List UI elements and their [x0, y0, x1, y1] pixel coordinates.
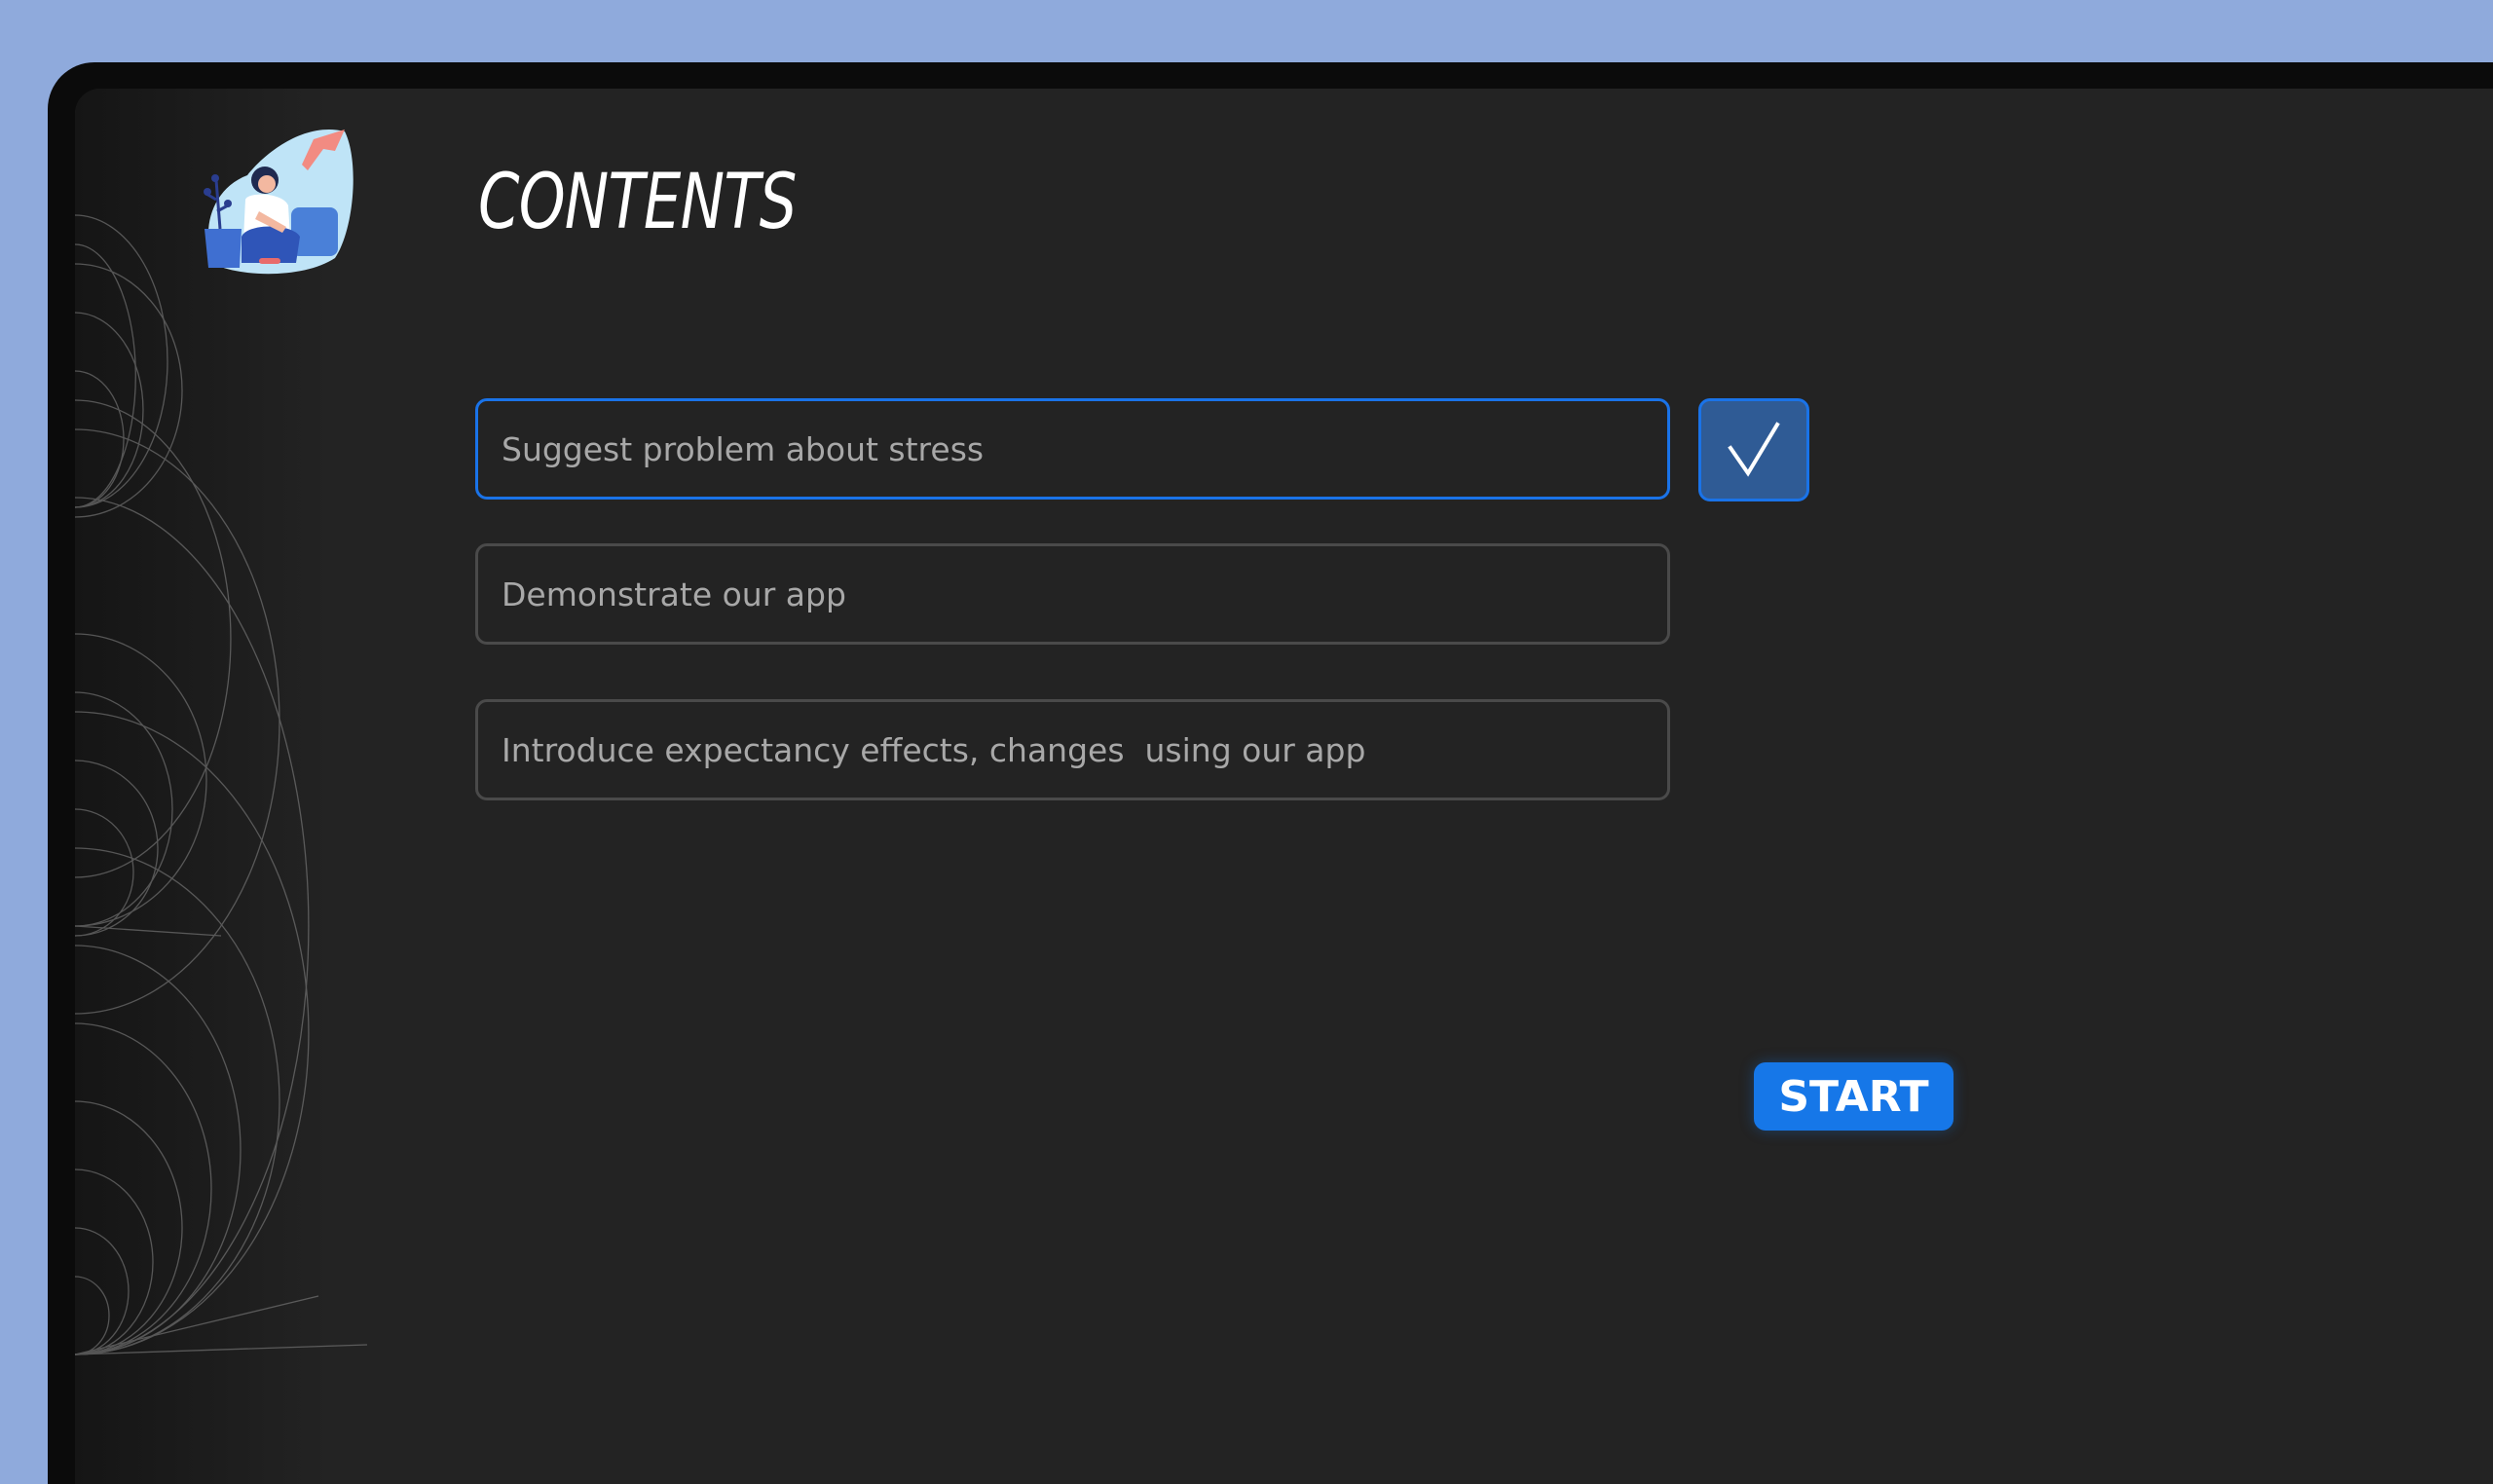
- arc-pattern-decoration: [75, 214, 368, 1355]
- check-icon: [1728, 422, 1780, 477]
- content-item-label: Introduce expectancy effects, changes us…: [502, 730, 1366, 769]
- check-button[interactable]: [1698, 398, 1809, 501]
- content-item-label: Demonstrate our app: [502, 575, 846, 613]
- device-frame: CONTENTS Suggest problem about stress De…: [48, 62, 2493, 1484]
- page-title: CONTENTS: [478, 159, 797, 246]
- start-button[interactable]: START: [1754, 1062, 1953, 1131]
- content-item-3[interactable]: Introduce expectancy effects, changes us…: [475, 699, 1670, 800]
- content-item-2[interactable]: Demonstrate our app: [475, 543, 1670, 645]
- app-screen: CONTENTS Suggest problem about stress De…: [75, 89, 2493, 1484]
- content-item-1[interactable]: Suggest problem about stress: [475, 398, 1670, 500]
- avatar-illustration: [204, 130, 353, 275]
- content-item-label: Suggest problem about stress: [502, 429, 985, 468]
